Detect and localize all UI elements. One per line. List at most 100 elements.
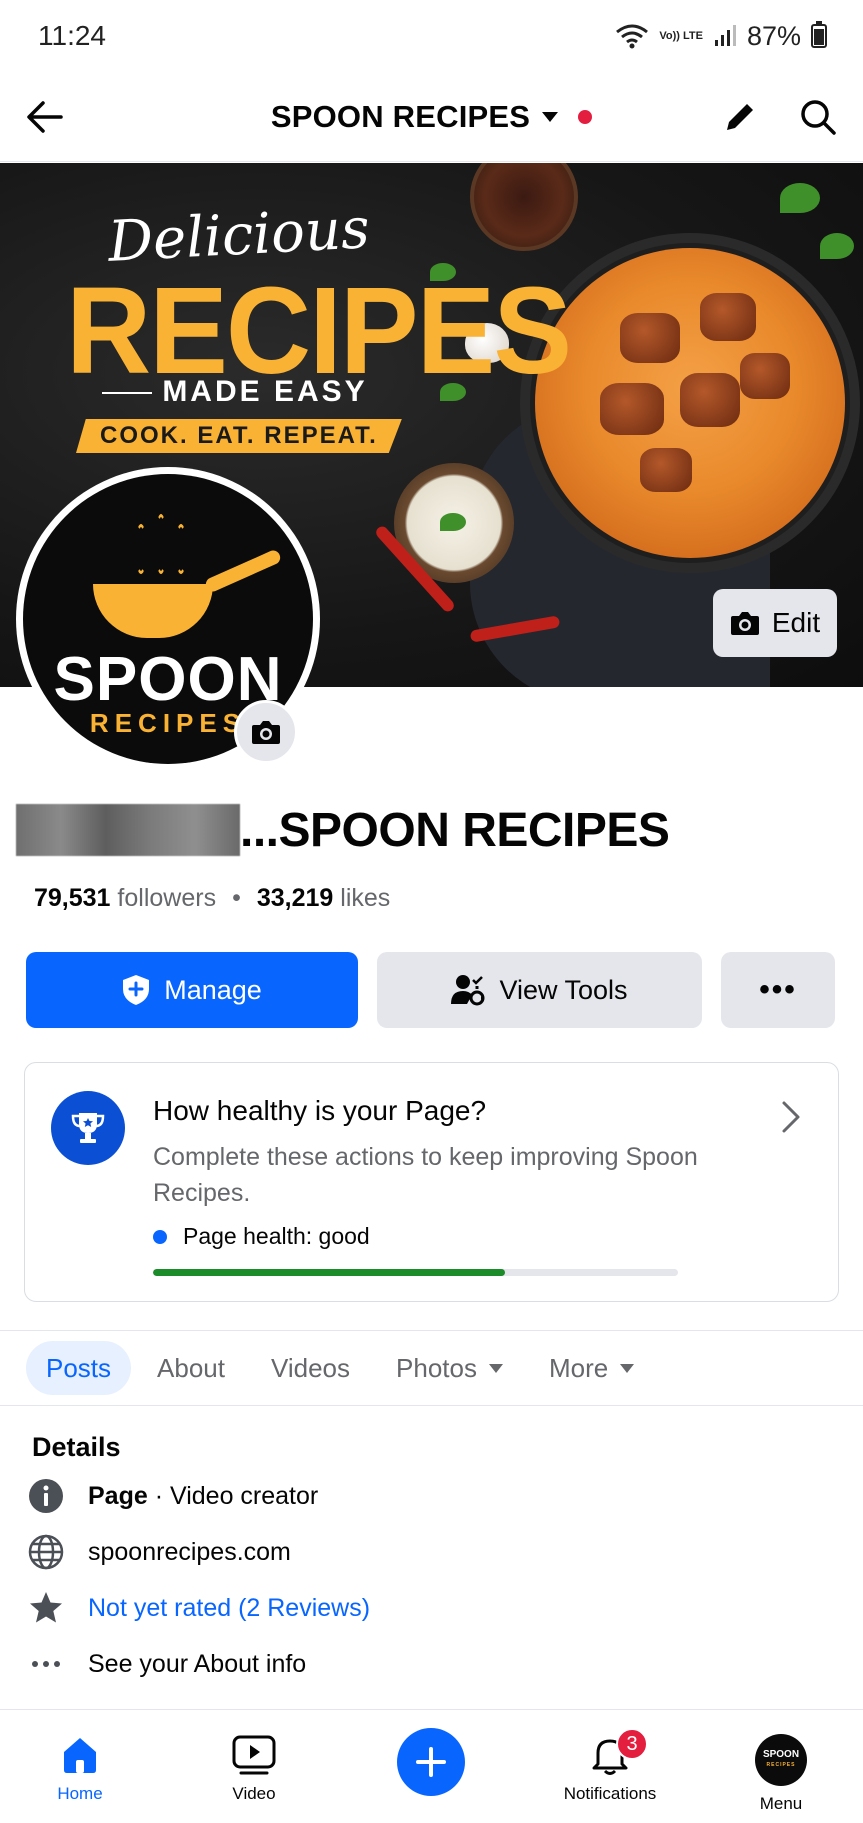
detail-category-text: Page · Video creator bbox=[88, 1482, 318, 1511]
nav-video-label: Video bbox=[232, 1784, 276, 1803]
video-play-icon bbox=[232, 1735, 276, 1775]
detail-rating[interactable]: Not yet rated (2 Reviews) bbox=[28, 1590, 370, 1626]
page-health-progress bbox=[153, 1269, 678, 1276]
cover-tagline: COOK. EAT. REPEAT. bbox=[76, 419, 402, 453]
cover-herb bbox=[820, 233, 854, 259]
tab-posts[interactable]: Posts bbox=[26, 1341, 132, 1395]
nav-create[interactable] bbox=[361, 1710, 501, 1823]
tab-label: More bbox=[548, 1352, 609, 1383]
tab-videos[interactable]: Videos bbox=[251, 1341, 370, 1395]
battery-percent: 87% bbox=[746, 20, 801, 51]
camera-icon bbox=[730, 612, 759, 635]
trophy-icon bbox=[51, 1091, 125, 1165]
arrow-left-icon bbox=[27, 101, 63, 133]
camera-icon bbox=[252, 721, 280, 744]
page-switcher[interactable]: SPOON RECIPES bbox=[271, 99, 593, 135]
tab-label: Videos bbox=[270, 1352, 351, 1383]
chevron-down-icon bbox=[542, 111, 559, 122]
cover-pepper-bowl bbox=[470, 163, 578, 251]
bottom-navigation: Home Video 3 Notifications SPOON RECIPES… bbox=[0, 1709, 863, 1823]
page-health-title: How healthy is your Page? bbox=[153, 1095, 487, 1126]
steam-icon bbox=[175, 524, 187, 574]
back-button[interactable] bbox=[22, 94, 68, 140]
detail-website[interactable]: spoonrecipes.com bbox=[28, 1534, 291, 1570]
search-button[interactable] bbox=[795, 94, 841, 140]
change-profile-photo-button[interactable] bbox=[234, 700, 298, 764]
edit-cover-label: Edit bbox=[771, 607, 821, 638]
menu-avatar: SPOON RECIPES bbox=[755, 1734, 807, 1786]
notification-badge: 3 bbox=[616, 1728, 648, 1760]
home-icon bbox=[64, 1738, 96, 1773]
menu-avatar-sub: RECIPES bbox=[766, 1762, 796, 1768]
page-health-status-text: Page health: good bbox=[183, 1223, 370, 1249]
profile-tabs: Posts About Videos Photos More bbox=[0, 1330, 863, 1406]
steam-icon bbox=[135, 524, 147, 574]
wifi-icon bbox=[616, 24, 649, 49]
nav-video[interactable]: Video bbox=[184, 1710, 324, 1823]
tab-photos[interactable]: Photos bbox=[376, 1341, 523, 1395]
info-icon bbox=[28, 1478, 64, 1514]
more-options-button[interactable]: ••• bbox=[721, 952, 835, 1028]
signal-icon bbox=[714, 25, 736, 46]
status-dot bbox=[153, 1229, 167, 1244]
followers-stat[interactable]: 79,531 followers bbox=[34, 884, 216, 913]
view-tools-button[interactable]: View Tools bbox=[377, 952, 702, 1028]
cover-chicken bbox=[700, 293, 756, 341]
search-icon bbox=[801, 100, 836, 135]
chevron-down-icon bbox=[488, 1363, 503, 1373]
nav-notifications[interactable]: 3 Notifications bbox=[540, 1710, 680, 1823]
globe-icon bbox=[28, 1534, 64, 1570]
cover-chicken bbox=[620, 313, 680, 363]
followers-count: 79,531 bbox=[34, 884, 111, 912]
page-health-card[interactable]: How healthy is your Page? Complete these… bbox=[24, 1062, 839, 1302]
tab-label: About bbox=[157, 1352, 225, 1383]
likes-stat[interactable]: 33,219 likes bbox=[257, 884, 390, 913]
cover-herb bbox=[440, 513, 466, 531]
pan-icon bbox=[93, 584, 213, 638]
detail-about[interactable]: See your About info bbox=[28, 1646, 306, 1682]
person-tools-icon bbox=[451, 975, 485, 1006]
pan-handle bbox=[203, 548, 283, 594]
cover-chicken bbox=[640, 448, 692, 492]
steam-icon bbox=[155, 514, 167, 574]
view-tools-label: View Tools bbox=[499, 974, 628, 1005]
more-dots-icon bbox=[28, 1646, 64, 1682]
cover-chicken bbox=[600, 383, 664, 435]
category-rest: · Video creator bbox=[147, 1481, 319, 1510]
likes-label: likes bbox=[340, 884, 391, 912]
battery-icon bbox=[811, 21, 827, 48]
edit-cover-button[interactable]: Edit bbox=[713, 589, 837, 657]
detail-category: Page · Video creator bbox=[28, 1478, 318, 1514]
nav-menu-label: Menu bbox=[759, 1794, 803, 1813]
more-dots-icon: ••• bbox=[759, 973, 797, 1006]
chevron-down-icon bbox=[620, 1363, 635, 1373]
tab-more[interactable]: More bbox=[529, 1341, 654, 1395]
edit-page-button[interactable] bbox=[717, 94, 763, 140]
tab-about[interactable]: About bbox=[137, 1341, 245, 1395]
shield-icon bbox=[123, 975, 150, 1005]
page-header: SPOON RECIPES bbox=[0, 72, 863, 162]
tab-label: Photos bbox=[396, 1352, 477, 1383]
nav-menu[interactable]: SPOON RECIPES Menu bbox=[711, 1710, 851, 1823]
cover-chicken bbox=[740, 353, 790, 399]
manage-button[interactable]: Manage bbox=[26, 952, 358, 1028]
tab-label: Posts bbox=[46, 1352, 112, 1383]
cover-chicken bbox=[680, 373, 740, 427]
likes-count: 33,219 bbox=[256, 884, 334, 912]
website-text: spoonrecipes.com bbox=[88, 1537, 291, 1566]
plus-icon bbox=[397, 1728, 465, 1796]
nav-home[interactable]: Home bbox=[10, 1710, 150, 1823]
stats-separator: • bbox=[232, 884, 241, 912]
progress-fill bbox=[153, 1269, 505, 1276]
status-right: Vo)) LTE 87% bbox=[615, 21, 827, 52]
volte-icon: Vo)) LTE bbox=[659, 29, 703, 42]
notification-dot bbox=[578, 109, 593, 124]
menu-avatar-text: SPOON bbox=[762, 1749, 800, 1760]
category-bold: Page bbox=[88, 1481, 148, 1510]
status-bar: 11:24 Vo)) LTE 87% bbox=[0, 0, 863, 72]
cover-herb bbox=[780, 183, 820, 213]
chevron-right-icon[interactable] bbox=[772, 1099, 808, 1135]
followers-label: followers bbox=[117, 884, 217, 912]
page-name: ...SPOON RECIPES bbox=[16, 800, 670, 860]
details-heading: Details bbox=[32, 1432, 121, 1462]
